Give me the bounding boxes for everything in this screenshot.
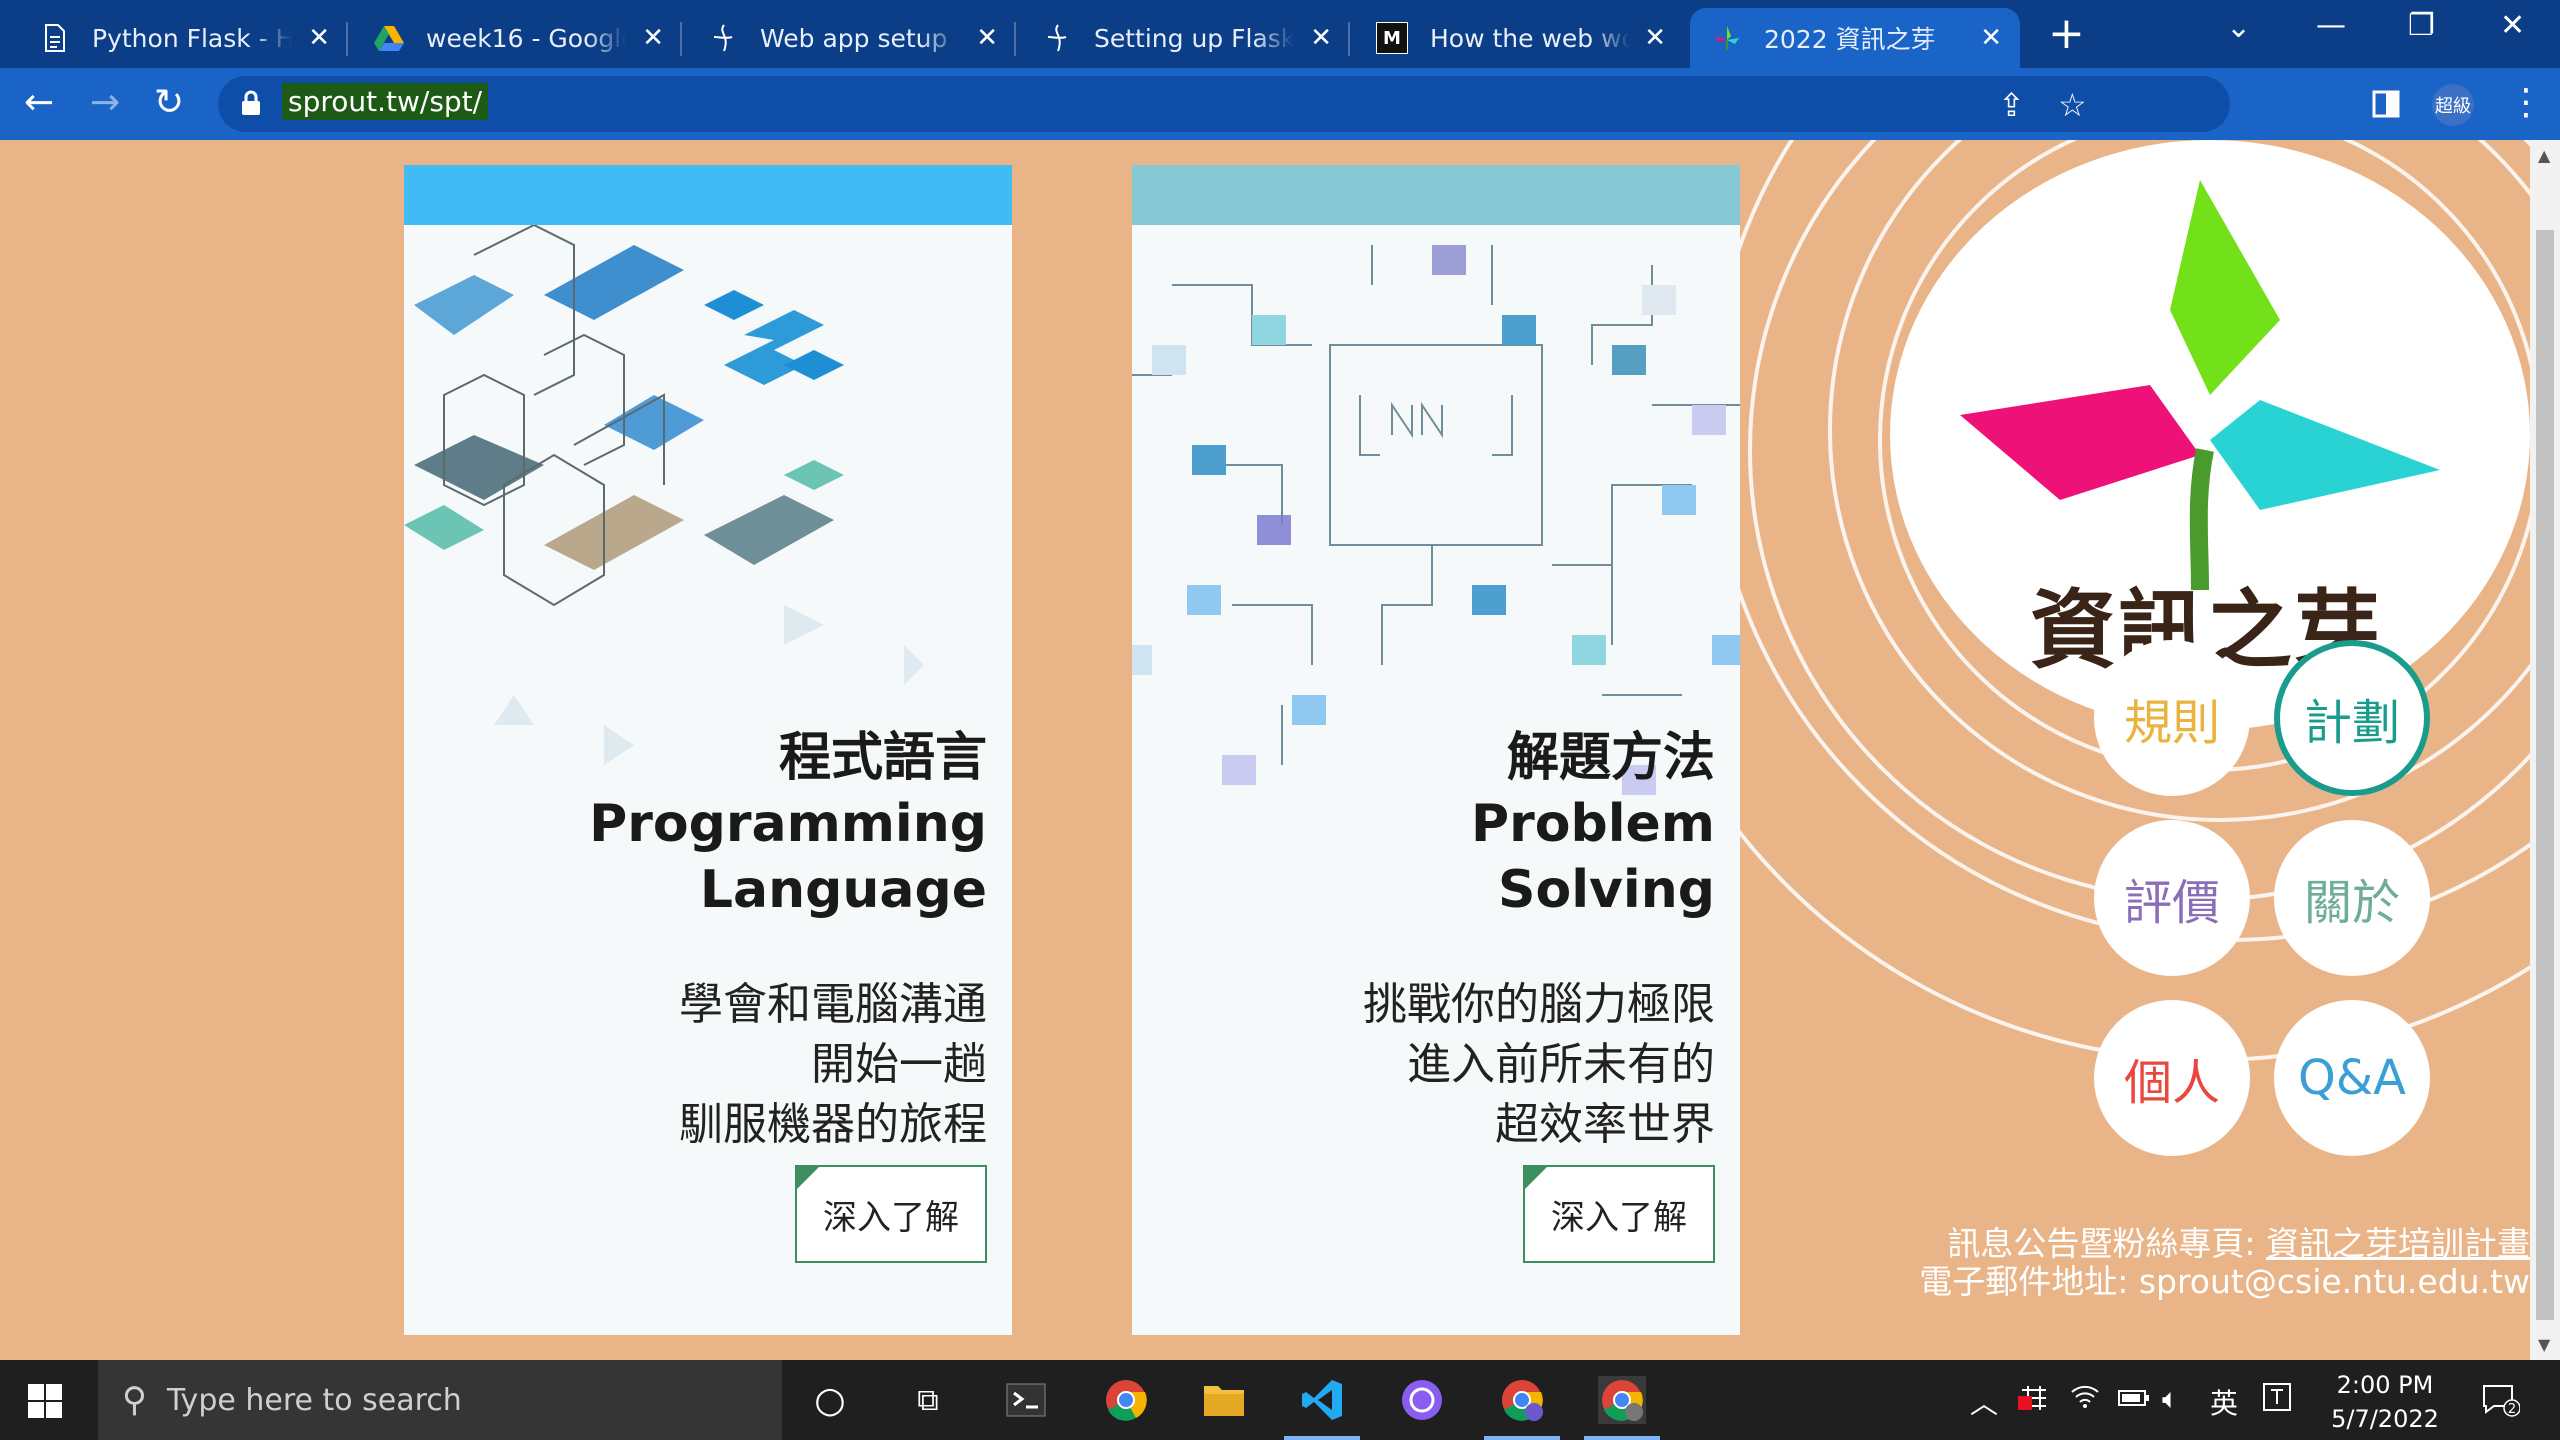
close-window-icon[interactable]: ✕ xyxy=(2500,8,2525,43)
battery-icon[interactable] xyxy=(2118,1382,2150,1415)
title-en-line1: Problem xyxy=(1471,794,1715,854)
scroll-up-icon[interactable]: ▲ xyxy=(2538,146,2550,165)
forward-icon[interactable]: → xyxy=(90,82,120,123)
card-description: 挑戰你的腦力極限 進入前所未有的 超效率世界 xyxy=(1363,979,1715,1150)
learn-more-button[interactable]: 深入了解 xyxy=(795,1165,987,1263)
document-icon xyxy=(40,23,70,53)
clock-date: 5/7/2022 xyxy=(2331,1405,2439,1433)
windows-taskbar: ⚲ Type here to search ○ ⧉ ︿ 🔈︎ 英 2:00 PM… xyxy=(0,1360,2560,1440)
pythonanywhere-icon xyxy=(708,23,738,53)
title-en-line2: Language xyxy=(699,860,987,920)
medium-icon: M xyxy=(1376,22,1408,54)
chrome-profile-icon[interactable] xyxy=(1484,1376,1560,1440)
taskbar-search-box[interactable]: ⚲ Type here to search xyxy=(98,1360,782,1440)
card-description: 學會和電腦溝通 開始一趟 馴服機器的旅程 xyxy=(679,979,987,1150)
card-header-band xyxy=(404,165,1012,225)
search-icon: ⚲ xyxy=(122,1380,147,1420)
volume-icon[interactable]: 🔈︎ xyxy=(2162,1382,2179,1416)
sprout-logo-icon[interactable] xyxy=(1960,180,2460,600)
close-tab-icon[interactable]: ✕ xyxy=(1310,23,1332,53)
task-view-icon[interactable]: ⧉ xyxy=(904,1376,952,1424)
back-icon[interactable]: ← xyxy=(24,82,54,123)
scrollbar-thumb[interactable] xyxy=(2536,230,2554,1320)
close-tab-icon[interactable]: ✕ xyxy=(642,23,664,53)
file-explorer-icon[interactable] xyxy=(1200,1376,1248,1424)
tab-sprout-2022[interactable]: 2022 資訊之芽 ✕ xyxy=(1690,8,2020,68)
tab-title: 2022 資訊之芽 xyxy=(1764,25,1936,54)
email-line: 電子郵件地址: sprout@csie.ntu.edu.tw xyxy=(1919,1262,2530,1301)
chrome-profile-active-icon[interactable] xyxy=(1584,1376,1660,1440)
menu-qa-button[interactable]: Q&A xyxy=(2274,1000,2430,1156)
card-header-band xyxy=(1132,165,1740,225)
security-alert-icon[interactable] xyxy=(2018,1382,2050,1421)
card-title: 解題方法 Problem Solving xyxy=(1471,725,1715,923)
profile-avatar[interactable]: 超級 xyxy=(2432,84,2474,126)
sprout-icon xyxy=(1712,23,1742,53)
tab-title: week16 - Google D xyxy=(426,23,626,53)
tab-title: How the web works xyxy=(1430,23,1630,53)
card-programming-language: 程式語言 Programming Language 學會和電腦溝通 開始一趟 馴… xyxy=(404,165,1012,1335)
close-tab-icon[interactable]: ✕ xyxy=(1644,23,1666,53)
tab-setting-up-flask[interactable]: Setting up Flask ap ✕ xyxy=(1020,8,1350,68)
menu-plan-button[interactable]: 計劃 xyxy=(2274,640,2430,796)
reload-icon[interactable]: ↻ xyxy=(154,82,184,123)
title-en-line1: Programming xyxy=(589,794,987,854)
menu-about-button[interactable]: 關於 xyxy=(2274,820,2430,976)
terminal-icon[interactable] xyxy=(1002,1376,1050,1424)
clock-time: 2:00 PM xyxy=(2336,1371,2434,1399)
minimize-icon[interactable]: — xyxy=(2316,8,2346,43)
windows-start-icon[interactable] xyxy=(28,1384,62,1418)
page-content: 程式語言 Programming Language 學會和電腦溝通 開始一趟 馴… xyxy=(0,140,2530,1360)
chrome-icon[interactable] xyxy=(1102,1376,1150,1424)
pythonanywhere-icon xyxy=(1042,23,1072,53)
page-scrollbar[interactable]: ▲ ▼ xyxy=(2530,140,2560,1360)
restore-icon[interactable]: ❐ xyxy=(2408,8,2435,43)
system-clock[interactable]: 2:00 PM 5/7/2022 xyxy=(2330,1368,2440,1436)
site-footer: 訊息公告暨粉絲專頁: 資訊之芽培訓計畫 電子郵件地址: sprout@csie.… xyxy=(1830,1225,2530,1301)
card-problem-solving: 解題方法 Problem Solving 挑戰你的腦力極限 進入前所未有的 超效… xyxy=(1132,165,1740,1335)
menu-kebab-icon[interactable]: ⋮ xyxy=(2508,82,2544,123)
fan-page-link[interactable]: 資訊之芽培訓計畫 xyxy=(2266,1224,2530,1263)
ime-indicator[interactable]: 英 xyxy=(2210,1382,2238,1422)
wifi-icon[interactable] xyxy=(2070,1382,2100,1417)
close-tab-icon[interactable]: ✕ xyxy=(308,23,330,53)
tab-web-app-setup[interactable]: Web app setup : na ✕ xyxy=(686,8,1016,68)
tab-strip: Python Flask - Hack ✕ week16 - Google D … xyxy=(0,0,2560,68)
notice-line: 訊息公告暨粉絲專頁: 資訊之芽培訓計畫 xyxy=(1947,1224,2530,1263)
close-tab-icon[interactable]: ✕ xyxy=(1980,23,2002,53)
title-zh: 解題方法 xyxy=(1506,728,1715,788)
tab-week16[interactable]: week16 - Google D ✕ xyxy=(352,8,682,68)
new-tab-button[interactable]: + xyxy=(2048,12,2085,56)
menu-rules-button[interactable]: 規則 xyxy=(2094,640,2250,796)
tab-search-icon[interactable]: ⌄ xyxy=(2226,10,2251,45)
tab-python-flask[interactable]: Python Flask - Hack ✕ xyxy=(18,8,348,68)
url-text[interactable]: sprout.tw/spt/ xyxy=(282,83,489,120)
show-hidden-icons-icon[interactable]: ︿ xyxy=(1970,1382,1998,1422)
address-bar[interactable]: sprout.tw/spt/ ⇪ ☆ xyxy=(218,76,2230,132)
input-method-icon[interactable] xyxy=(2262,1382,2292,1419)
bookmark-star-icon[interactable]: ☆ xyxy=(2058,86,2087,124)
tab-title: Setting up Flask ap xyxy=(1094,23,1294,53)
tab-how-the-web-works[interactable]: M How the web works ✕ xyxy=(1354,8,1684,68)
side-panel-icon[interactable] xyxy=(2372,86,2400,127)
close-tab-icon[interactable]: ✕ xyxy=(976,23,998,53)
browser-toolbar: ← → ↻ sprout.tw/spt/ ⇪ ☆ ⋮ xyxy=(0,68,2560,140)
svg-text:2: 2 xyxy=(2508,1402,2516,1417)
tab-title: Python Flask - Hack xyxy=(92,23,292,53)
vscode-icon[interactable] xyxy=(1284,1376,1360,1440)
lock-icon xyxy=(242,90,260,115)
google-drive-icon xyxy=(374,23,404,53)
learn-more-button[interactable]: 深入了解 xyxy=(1523,1165,1715,1263)
tab-title: Web app setup : na xyxy=(760,23,960,53)
github-desktop-icon[interactable] xyxy=(1398,1376,1446,1424)
cortana-icon[interactable]: ○ xyxy=(806,1376,854,1424)
card-title: 程式語言 Programming Language xyxy=(589,725,987,923)
share-icon[interactable]: ⇪ xyxy=(1998,86,2025,124)
menu-personal-button[interactable]: 個人 xyxy=(2094,1000,2250,1156)
scroll-down-icon[interactable]: ▼ xyxy=(2538,1335,2550,1354)
title-en-line2: Solving xyxy=(1498,860,1715,920)
notification-center-icon[interactable]: 2 xyxy=(2480,1382,2521,1425)
title-zh: 程式語言 xyxy=(778,728,987,788)
menu-reviews-button[interactable]: 評價 xyxy=(2094,820,2250,976)
